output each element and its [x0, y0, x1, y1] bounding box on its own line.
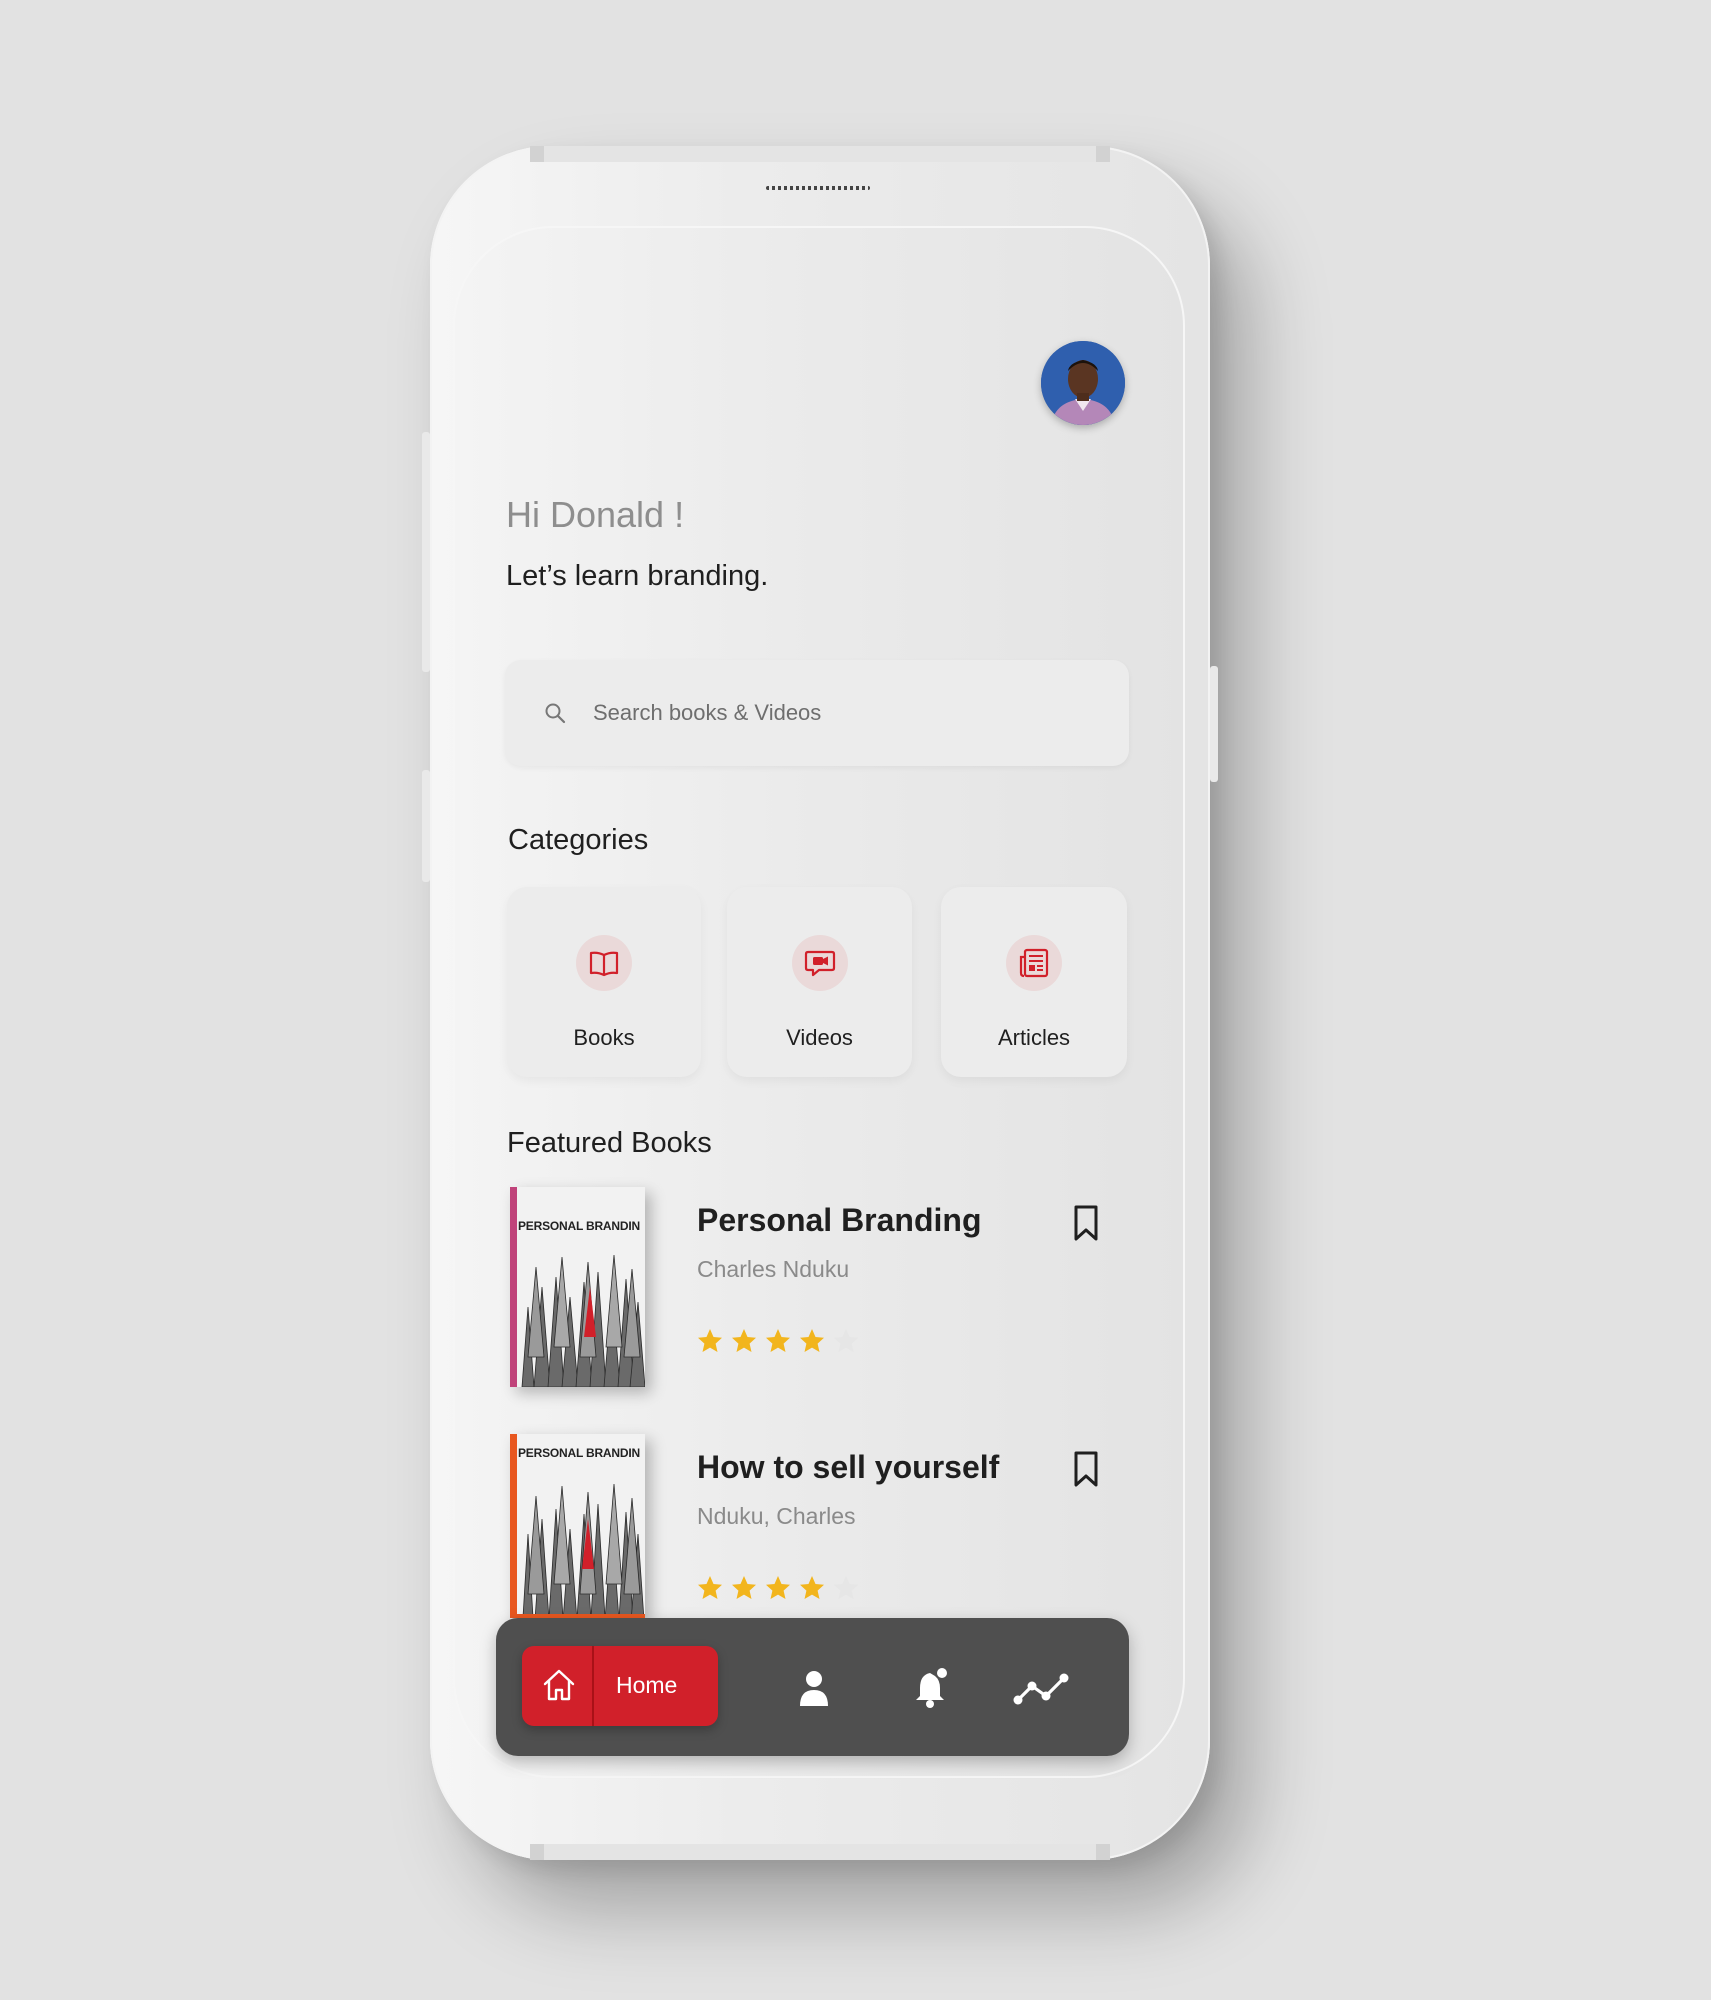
book-cover-title: PERSONAL BRANDIN: [518, 1446, 640, 1460]
star-icon: [834, 1576, 858, 1599]
book-icon: [576, 935, 632, 991]
bookmark-icon[interactable]: [1071, 1204, 1101, 1242]
rating-stars: [695, 1573, 861, 1603]
search-bar[interactable]: [505, 660, 1129, 766]
category-label: Books: [573, 1025, 635, 1050]
star-icon: [732, 1329, 756, 1352]
home-icon: [543, 1669, 575, 1701]
analytics-icon[interactable]: [1012, 1666, 1072, 1710]
phone-top-band: [530, 146, 1110, 162]
category-articles-card[interactable]: Articles: [941, 887, 1127, 1077]
featured-books-title: Featured Books: [507, 1127, 712, 1159]
star-icon: [698, 1329, 722, 1352]
nav-home-label: Home: [616, 1672, 678, 1698]
greeting-subtitle: Let’s learn branding.: [506, 560, 769, 592]
star-icon: [732, 1576, 756, 1599]
phone-speaker: [766, 186, 870, 190]
stage: Hi Donald ! Let’s learn branding. Catego…: [0, 0, 1711, 2000]
star-icon: [834, 1329, 858, 1352]
avatar[interactable]: [1041, 341, 1125, 425]
newspaper-icon: [1006, 935, 1062, 991]
book-author: Nduku, Charles: [697, 1503, 856, 1529]
nav-home-divider: [592, 1646, 594, 1726]
book-cover[interactable]: PERSONAL BRANDIN: [510, 1187, 645, 1387]
category-label: Articles: [997, 1025, 1071, 1050]
avatar-portrait: [1041, 341, 1125, 425]
book-cover-title: PERSONAL BRANDIN: [518, 1219, 640, 1233]
star-icon: [800, 1329, 824, 1352]
star-icon: [698, 1576, 722, 1599]
pencils-illustration: [517, 1434, 645, 1618]
star-icon: [800, 1576, 824, 1599]
book-author: Charles Nduku: [697, 1256, 850, 1282]
rating-stars: [695, 1326, 861, 1356]
book-title[interactable]: Personal Branding: [697, 1202, 982, 1239]
search-input[interactable]: [593, 694, 1093, 732]
pencils-illustration: [517, 1187, 645, 1387]
star-icon: [766, 1329, 790, 1352]
book-cover[interactable]: PERSONAL BRANDIN: [510, 1434, 645, 1618]
bookmark-icon[interactable]: [1071, 1450, 1101, 1488]
greeting-title: Hi Donald !: [506, 494, 685, 535]
phone-side-button: [422, 770, 430, 882]
category-label: Videos: [786, 1025, 853, 1050]
category-books-card[interactable]: Books: [507, 887, 701, 1077]
phone-bottom-band: [530, 1844, 1110, 1860]
profile-icon[interactable]: [792, 1666, 836, 1710]
search-icon: [545, 703, 566, 724]
star-icon: [766, 1576, 790, 1599]
bottom-nav: Home: [496, 1618, 1129, 1756]
nav-home-button[interactable]: Home: [522, 1646, 718, 1726]
video-chat-icon: [792, 935, 848, 991]
phone-side-button: [422, 432, 430, 672]
book-title[interactable]: How to sell yourself: [697, 1449, 999, 1486]
notification-bell-icon[interactable]: [910, 1666, 954, 1710]
categories-title: Categories: [508, 824, 649, 856]
category-videos-card[interactable]: Videos: [727, 887, 912, 1077]
phone-side-button: [1210, 666, 1218, 782]
